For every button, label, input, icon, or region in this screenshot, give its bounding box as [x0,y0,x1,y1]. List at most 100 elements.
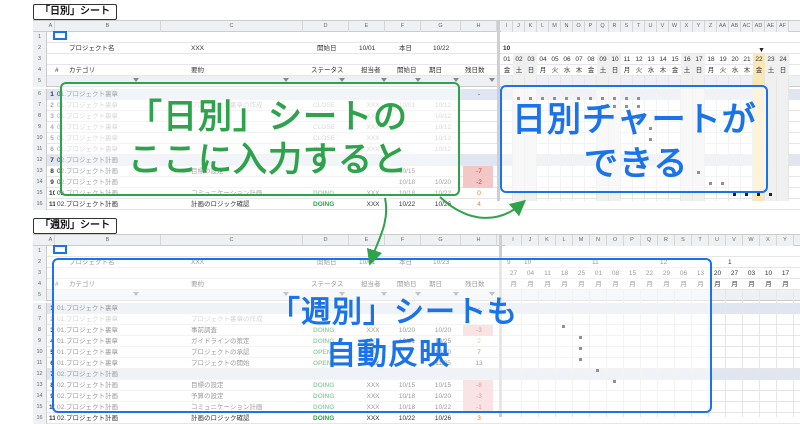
gantt-column-letter[interactable]: L [537,21,549,32]
row-number[interactable]: 8 [33,325,47,336]
gantt-column-letter[interactable]: AE [765,21,777,32]
row-number[interactable]: 4 [33,65,47,76]
gantt-column-letter[interactable]: AA [717,21,729,32]
row-number[interactable]: 13 [33,166,47,177]
gantt-column-letter[interactable]: T [633,21,645,32]
row-number[interactable]: 5 [33,76,47,87]
gantt-column-letter[interactable]: AD [753,21,765,32]
selected-cell[interactable] [53,31,67,40]
gantt-column-letter[interactable]: Y [693,21,705,32]
row-number[interactable]: 9 [33,122,47,133]
gantt-column-letter[interactable]: Q [641,235,658,246]
task-owner[interactable]: XXX [357,199,387,210]
gantt-column-letter[interactable]: K [525,21,537,32]
row-number[interactable]: 10 [33,347,47,358]
column-letter-f[interactable]: F [385,21,421,32]
gantt-column-letter[interactable]: M [573,235,590,246]
row-number[interactable]: 9 [33,336,47,347]
gantt-column-letter[interactable]: O [573,21,585,32]
start-date-value[interactable]: 10/01 [357,43,375,54]
task-start[interactable]: 10/22 [391,199,421,210]
gantt-week-column[interactable] [743,290,760,417]
row-number[interactable]: 6 [33,303,47,314]
column-letter-e[interactable]: E [349,21,385,32]
gantt-column-letter[interactable]: J [522,235,539,246]
column-letter-g[interactable]: G [421,21,461,32]
row-number[interactable]: 2 [33,43,47,54]
column-letter-b[interactable]: B [55,21,161,32]
row-number[interactable]: 4 [33,279,47,290]
gantt-column-letter[interactable]: P [585,21,597,32]
gantt-column-letter[interactable]: AF [777,21,789,32]
column-letter-h[interactable]: H [461,235,497,246]
gantt-column-letter[interactable]: R [609,21,621,32]
project-name-value[interactable]: XXX [189,43,204,54]
gantt-column-letter[interactable]: N [561,21,573,32]
gantt-column-letter[interactable]: S [675,235,692,246]
row-number[interactable]: 7 [33,314,47,325]
today-value[interactable]: 10/22 [431,43,449,54]
row-number[interactable]: 3 [33,54,47,65]
gantt-week-column[interactable] [760,290,777,417]
row-number[interactable]: 7 [33,100,47,111]
gantt-column-letter[interactable]: J [513,21,525,32]
gantt-week-column[interactable] [726,290,743,417]
gantt-column-letter[interactable]: N [590,235,607,246]
gantt-column-letter[interactable]: T [692,235,709,246]
column-letter-b[interactable]: B [55,235,161,246]
gantt-column-letter[interactable]: X [760,235,777,246]
row-number[interactable]: 12 [33,369,47,380]
gantt-week-column[interactable] [777,290,794,417]
row-number[interactable]: 14 [33,391,47,402]
row-number[interactable]: 15 [33,188,47,199]
row-number[interactable]: 13 [33,380,47,391]
row-number[interactable]: 11 [33,358,47,369]
filter-icon[interactable] [489,78,495,82]
column-letter-g[interactable]: G [421,235,461,246]
gantt-column-letter[interactable]: O [607,235,624,246]
gantt-column-letter[interactable]: I [505,235,522,246]
row-number[interactable]: 8 [33,111,47,122]
gantt-column-letter[interactable]: S [621,21,633,32]
column-letter-f[interactable]: F [385,235,421,246]
row-number[interactable]: 11 [33,144,47,155]
column-letter-c[interactable]: C [161,235,303,246]
row-number[interactable]: 16 [33,199,47,210]
row-number[interactable]: 6 [33,89,47,100]
gantt-column-letter[interactable]: V [726,235,743,246]
row-number[interactable]: 14 [33,177,47,188]
row-number[interactable]: 10 [33,133,47,144]
gantt-column-letter[interactable]: V [657,21,669,32]
column-letter-h[interactable]: H [461,21,497,32]
row-number[interactable]: 5 [33,290,47,301]
task-due[interactable]: 10/26 [427,199,457,210]
task-category[interactable]: 02.プロジェクト計画 [55,199,161,210]
gantt-column-letter[interactable]: AB [729,21,741,32]
daily-sheet-tab[interactable]: 「日別」シート [33,4,117,20]
row-number[interactable]: 3 [33,268,47,279]
gantt-day-column[interactable] [777,76,789,201]
weekly-sheet-tab[interactable]: 「週別」シート [33,218,117,234]
selected-cell[interactable] [53,245,67,254]
gantt-column-letter[interactable]: I [501,21,513,32]
gantt-column-letter[interactable]: U [709,235,726,246]
gantt-column-letter[interactable]: Z [705,21,717,32]
gantt-column-letter[interactable]: W [743,235,760,246]
column-letter-c[interactable]: C [161,21,303,32]
row-number[interactable]: 12 [33,155,47,166]
row-number[interactable]: 1 [33,32,47,43]
gantt-column-letter[interactable]: U [645,21,657,32]
gantt-column-letter[interactable]: P [624,235,641,246]
column-letter-e[interactable]: E [349,235,385,246]
gantt-column-letter[interactable]: Y [777,235,794,246]
gantt-column-letter[interactable]: W [669,21,681,32]
column-letter-d[interactable]: D [303,235,349,246]
gantt-column-letter[interactable]: M [549,21,561,32]
gantt-column-letter[interactable]: Q [597,21,609,32]
task-summary[interactable]: 計画のロジック確認 [189,199,303,210]
gantt-column-letter[interactable]: AC [741,21,753,32]
row-number[interactable]: 2 [33,257,47,268]
task-status[interactable]: DOING [311,199,349,210]
gantt-column-letter[interactable]: R [658,235,675,246]
column-letter-d[interactable]: D [303,21,349,32]
